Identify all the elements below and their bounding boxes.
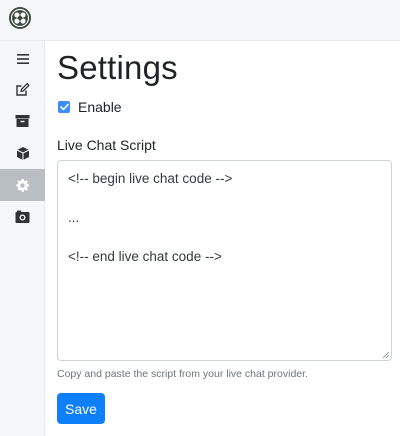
enable-toggle[interactable]: Enable: [58, 98, 122, 116]
sidebar: [0, 41, 45, 436]
sidebar-item-edit[interactable]: [0, 73, 45, 105]
sidebar-item-box[interactable]: [0, 137, 45, 169]
page-title: Settings: [57, 49, 178, 86]
script-line: ...: [68, 210, 80, 225]
script-field-label: Live Chat Script: [57, 137, 156, 153]
top-bar: [0, 0, 400, 41]
box-icon: [16, 146, 29, 160]
edit-icon: [16, 82, 30, 96]
enable-label: Enable: [78, 99, 122, 115]
script-line: <!-- begin live chat code -->: [68, 171, 233, 186]
resize-handle-icon[interactable]: [382, 351, 389, 358]
script-help-text: Copy and paste the script from your live…: [57, 368, 308, 380]
app-logo-icon[interactable]: [8, 6, 32, 30]
camera-icon: [15, 210, 30, 223]
checkmark-icon: [59, 103, 69, 111]
archive-icon: [15, 115, 30, 127]
enable-checkbox[interactable]: [58, 101, 70, 113]
script-textarea[interactable]: <!-- begin live chat code --> ... <!-- e…: [57, 160, 392, 361]
script-line: <!-- end live chat code -->: [68, 249, 222, 264]
sidebar-item-archive[interactable]: [0, 105, 45, 137]
gear-icon: [16, 178, 30, 192]
sidebar-item-menu[interactable]: [0, 43, 45, 75]
sidebar-item-camera[interactable]: [0, 201, 45, 233]
menu-icon: [16, 54, 29, 64]
sidebar-item-settings[interactable]: [0, 169, 45, 201]
script-line: [68, 228, 381, 248]
save-button[interactable]: Save: [57, 393, 105, 424]
script-line: [68, 189, 381, 209]
